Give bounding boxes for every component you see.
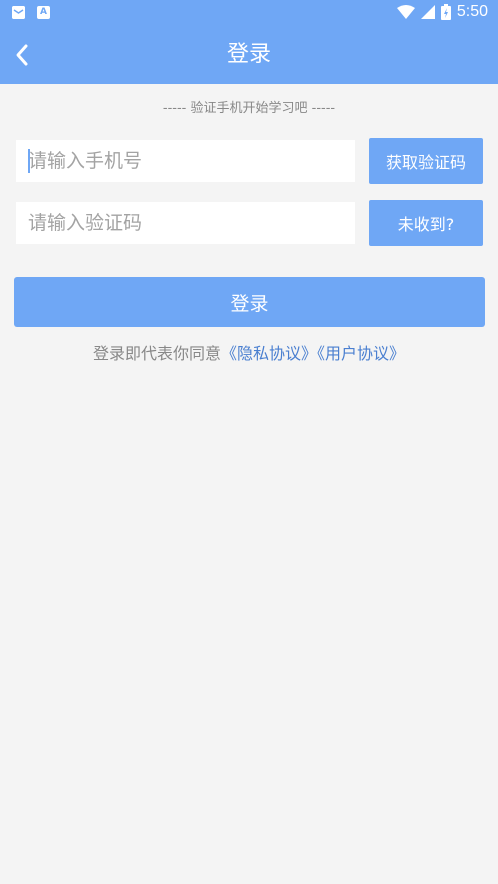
wifi-icon [396,5,415,19]
status-bar: A 5:50 [0,0,498,26]
phone-input[interactable] [16,140,355,182]
agreement-text: 登录即代表你同意《隐私协议》《用户协议》 [0,340,498,364]
status-time: 5:50 [456,3,488,20]
verification-code-input[interactable] [16,202,355,244]
privacy-agreement-link[interactable]: 《隐私协议》 [221,344,317,363]
user-agreement-link[interactable]: 《用户协议》 [317,344,405,363]
agreement-prefix: 登录即代表你同意 [92,344,221,363]
text-cursor [28,149,30,173]
login-button[interactable]: 登录 [14,277,485,327]
battery-icon [440,4,451,20]
app-bar: 登录 [0,26,498,84]
not-received-button[interactable]: 未收到? [369,200,483,246]
login-subtitle: ----- 验证手机开始学习吧 ----- [162,101,336,116]
page-title: 登录 [226,42,271,67]
status-right-icons: 5:50 [396,3,488,21]
status-left-icons: A [12,6,50,19]
a-icon: A [37,6,50,19]
phone-field-container [16,140,355,182]
code-field-container [16,202,355,244]
get-code-button[interactable]: 获取验证码 [369,138,483,184]
mail-icon [12,6,25,19]
signal-icon [420,5,435,19]
